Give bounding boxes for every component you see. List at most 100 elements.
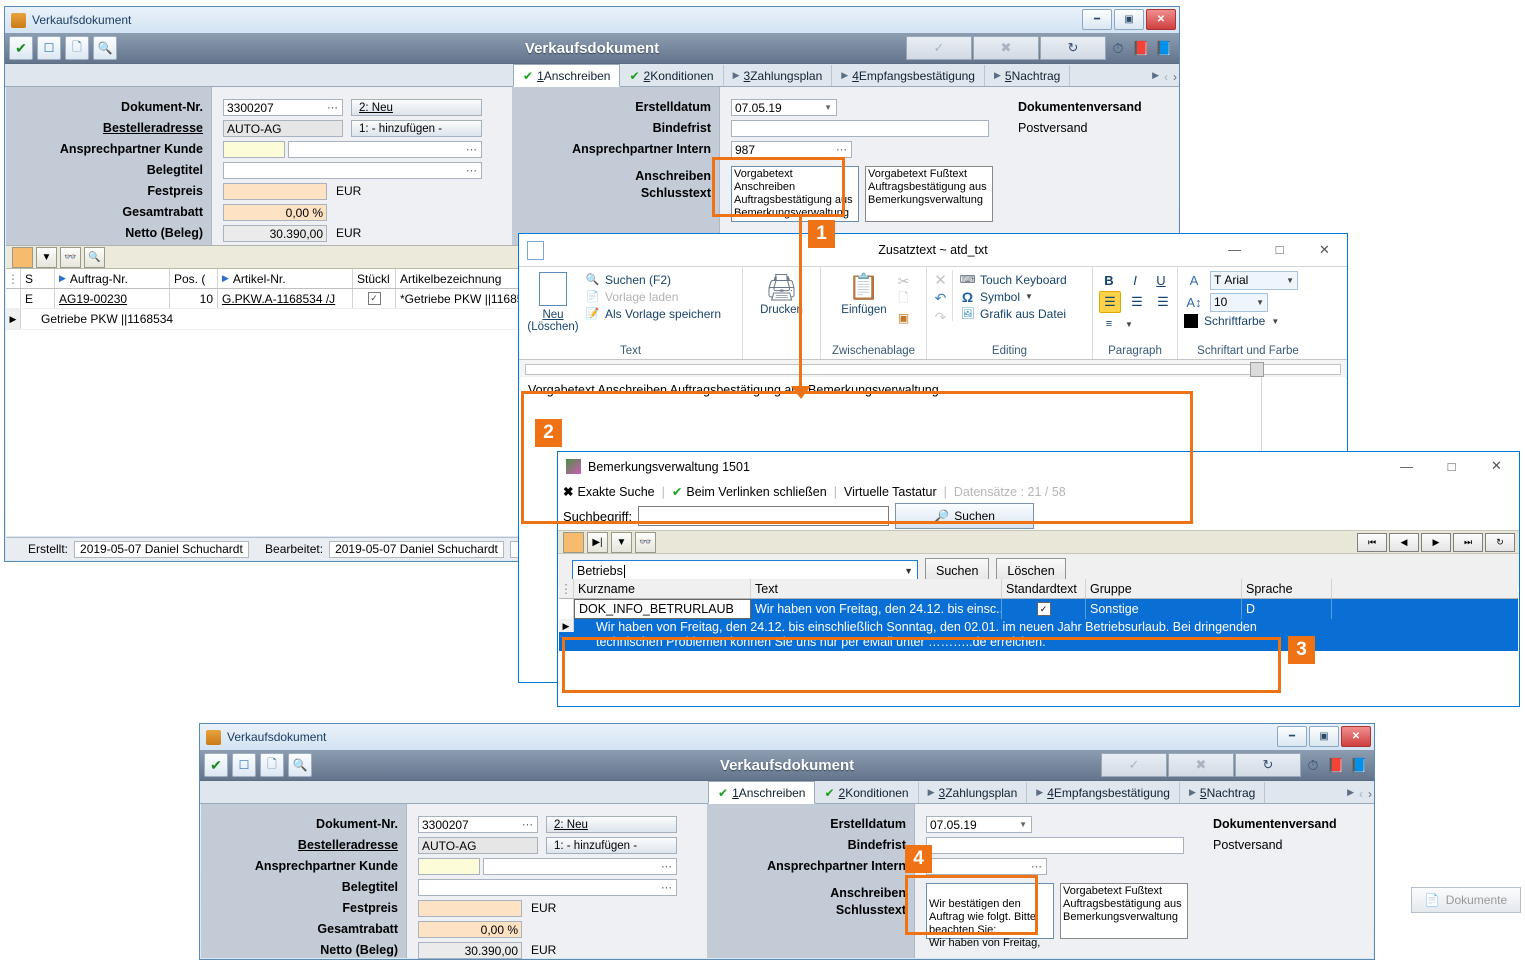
filter-icon[interactable]: ▼ bbox=[611, 531, 632, 553]
exakte-suche-item[interactable]: ✖ Exakte Suche bbox=[563, 484, 655, 500]
close-button[interactable]: ✕ bbox=[1302, 234, 1347, 265]
align-center-icon[interactable]: ☰ bbox=[1127, 292, 1147, 312]
font-name-combo[interactable]: T Arial ▼ bbox=[1210, 270, 1298, 290]
chevron-down-icon[interactable]: ▼ bbox=[1256, 298, 1264, 307]
italic-icon[interactable]: I bbox=[1125, 270, 1145, 290]
bold-icon[interactable]: B bbox=[1099, 270, 1119, 290]
record-navigation[interactable]: ⏮ ◀ ▶ ⏭ ↻ bbox=[1357, 532, 1515, 552]
clock-icon[interactable]: ⏱ bbox=[1302, 757, 1324, 773]
align-right-icon[interactable]: ☰ bbox=[1153, 292, 1173, 312]
schlusstext-textarea[interactable]: Vorgabetext Fußtext Auftragsbestätigung … bbox=[1060, 883, 1188, 939]
tab-konditionen[interactable]: ✔ 2Konditionen bbox=[815, 782, 919, 803]
virtuelle-tastatur-label[interactable]: Virtuelle Tastatur bbox=[844, 485, 937, 499]
bemerkungsverwaltung-window[interactable]: Bemerkungsverwaltung 1501 — □ ✕ ✖ Exakte… bbox=[557, 451, 1520, 707]
tab-zahlungsplan[interactable]: ▶ 3Zahlungsplan bbox=[724, 65, 833, 86]
neu-loeschen-button[interactable]: Neu (Löschen) bbox=[525, 270, 581, 333]
minimize-button[interactable]: — bbox=[1212, 234, 1257, 265]
cell-auftrag-nr-link[interactable]: AG19-00230 bbox=[59, 292, 127, 306]
symbol-item[interactable]: Ω Symbol ▼ bbox=[960, 289, 1067, 305]
scroll-left-icon[interactable]: ‹ bbox=[1164, 70, 1168, 84]
tab-anschreiben[interactable]: ✔ 1Anschreiben bbox=[708, 781, 816, 804]
copy-icon[interactable]: 🗋 bbox=[65, 36, 89, 60]
align-left-icon[interactable]: ☰ bbox=[1099, 291, 1121, 313]
chevron-down-icon[interactable]: ▼ bbox=[1025, 292, 1033, 301]
minimize-button[interactable]: ━ bbox=[1277, 726, 1307, 747]
search-row[interactable]: Suchbegriff: 🔎 Suchen bbox=[558, 502, 1519, 530]
ansprechpartner-kunde-code-input[interactable] bbox=[418, 858, 480, 875]
window-icon[interactable]: ☐ bbox=[232, 753, 256, 777]
chevron-down-icon[interactable]: ▼ bbox=[1286, 276, 1294, 285]
list-icon[interactable]: ≡ bbox=[1099, 314, 1119, 334]
gesamtrabatt-input[interactable]: 0,00 % bbox=[418, 921, 522, 938]
col-gruppe[interactable]: Gruppe bbox=[1086, 579, 1242, 598]
editing-left-minibuttons[interactable]: ✕ ↶ ↷ bbox=[933, 270, 948, 326]
suchen-f2-item[interactable]: 🔍 Suchen (F2) bbox=[585, 272, 721, 287]
text-group-items[interactable]: 🔍 Suchen (F2) 📄 Vorlage laden 📝 Als Vorl… bbox=[585, 270, 721, 321]
command-links-bar[interactable]: ✖ Exakte Suche | ✔ Beim Verlinken schlie… bbox=[558, 481, 1519, 502]
cell-stueckl[interactable]: ✓ bbox=[353, 289, 396, 308]
als-vorlage-speichern-item[interactable]: 📝 Als Vorlage speichern bbox=[585, 306, 721, 321]
belegtitel-input[interactable]: ⋯ bbox=[223, 162, 482, 179]
tab-anschreiben[interactable]: ✔ 1Anschreiben bbox=[513, 64, 621, 87]
scroll-right-icon[interactable]: › bbox=[1173, 70, 1177, 84]
col-stueckl[interactable]: Stückl bbox=[353, 269, 396, 288]
ansprechpartner-kunde-input[interactable]: ⋯ bbox=[483, 858, 677, 875]
ellipsis-icon[interactable]: ⋯ bbox=[661, 881, 673, 894]
ansprechpartner-intern-input[interactable]: ⋯ bbox=[926, 858, 1047, 875]
table-detail-row[interactable]: ▶ Wir haben von Freitag, den 24.12. bis … bbox=[559, 619, 1518, 651]
ellipsis-icon[interactable]: ⋯ bbox=[661, 860, 673, 873]
results-grid[interactable]: ⋮ Kurzname Text Standardtext Gruppe Spra… bbox=[559, 579, 1518, 705]
refresh-icon[interactable]: ↻ bbox=[1040, 36, 1106, 60]
schlusstext-textarea[interactable]: Vorgabetext Fußtext Auftragsbestätigung … bbox=[865, 166, 993, 222]
book-icon[interactable]: 📕 bbox=[1325, 757, 1347, 773]
title-bar[interactable]: Zusatztext ~ atd_txt — □ ✕ bbox=[519, 234, 1347, 266]
einfuegen-button[interactable]: 📋 Einfügen bbox=[836, 270, 892, 316]
ellipsis-icon[interactable]: ⋯ bbox=[522, 818, 534, 831]
columns-icon[interactable]: ▶| bbox=[587, 531, 608, 553]
window-controls[interactable]: ━ ▣ ✕ bbox=[1277, 726, 1371, 747]
window-icon[interactable]: ☐ bbox=[37, 36, 61, 60]
chevron-down-icon[interactable]: ▼ bbox=[1019, 820, 1028, 829]
checkbox-checked-icon[interactable]: ✓ bbox=[1036, 602, 1051, 616]
col-text[interactable]: Text bbox=[751, 579, 1002, 598]
clock-icon[interactable]: ⏱ bbox=[1107, 40, 1129, 56]
suchen-button[interactable]: 🔎 Suchen bbox=[895, 503, 1035, 529]
paste-special-icon[interactable]: ▣ bbox=[896, 310, 911, 325]
close-button[interactable]: ✕ bbox=[1474, 452, 1519, 480]
ansprechpartner-kunde-code-input[interactable] bbox=[223, 141, 285, 158]
col-pos[interactable]: Pos. ( bbox=[170, 269, 218, 288]
ok-check-icon[interactable]: ✔ bbox=[9, 36, 33, 60]
font-size-row[interactable]: A↕ 10 ▼ bbox=[1184, 292, 1268, 312]
tab-scroll-controls[interactable]: ▶ ‹ › bbox=[1347, 787, 1372, 801]
hinzufuegen-button[interactable]: 1: - hinzufügen - bbox=[546, 837, 677, 854]
suchbegriff-input[interactable] bbox=[638, 506, 890, 526]
scroll-left-icon[interactable]: ‹ bbox=[1359, 787, 1363, 801]
tab-zahlungsplan[interactable]: ▶ 3Zahlungsplan bbox=[919, 782, 1028, 803]
ansprechpartner-kunde-input[interactable]: ⋯ bbox=[288, 141, 482, 158]
tab-empfangsbestaetigung[interactable]: ▶ 4Empfangsbestätigung bbox=[1027, 782, 1180, 803]
last-icon[interactable]: ⏭ bbox=[1453, 532, 1483, 552]
chevron-right-icon[interactable]: ▶ bbox=[1152, 70, 1159, 84]
col-kurzname[interactable]: Kurzname bbox=[574, 579, 751, 598]
checkbox-checked-icon[interactable]: ✓ bbox=[367, 292, 381, 305]
festpreis-input[interactable] bbox=[223, 183, 327, 200]
apply-icon[interactable]: ✓ bbox=[906, 36, 972, 60]
refresh-icon[interactable]: ↻ bbox=[1235, 753, 1301, 777]
font-size-combo[interactable]: 10 ▼ bbox=[1210, 292, 1268, 312]
erstelldatum-input[interactable]: 07.05.19 ▼ bbox=[926, 816, 1032, 833]
bestelleradresse-input[interactable]: AUTO-AG bbox=[418, 837, 538, 854]
col-artikel-nr[interactable]: ▶ Artikel-Nr. bbox=[218, 269, 353, 288]
underline-icon[interactable]: U bbox=[1151, 270, 1171, 290]
tab-nachtrag[interactable]: ▶ 5Nachtrag bbox=[985, 65, 1071, 86]
ruler-thumb[interactable] bbox=[1250, 362, 1264, 377]
cancel-icon[interactable]: ✖ bbox=[1168, 753, 1234, 777]
book-export-icon[interactable]: 📘 bbox=[1153, 40, 1175, 56]
search-doc-icon[interactable]: 🔍 bbox=[288, 753, 312, 777]
ansprechpartner-intern-input[interactable]: 987 ⋯ bbox=[731, 141, 852, 158]
ellipsis-icon[interactable]: ⋯ bbox=[1031, 860, 1043, 873]
close-button[interactable]: ✕ bbox=[1146, 9, 1176, 30]
window-controls[interactable]: — □ ✕ bbox=[1212, 234, 1347, 265]
ellipsis-icon[interactable]: ⋯ bbox=[836, 143, 848, 156]
next-icon[interactable]: ▶ bbox=[1421, 532, 1451, 552]
apply-icon[interactable]: ✓ bbox=[1101, 753, 1167, 777]
